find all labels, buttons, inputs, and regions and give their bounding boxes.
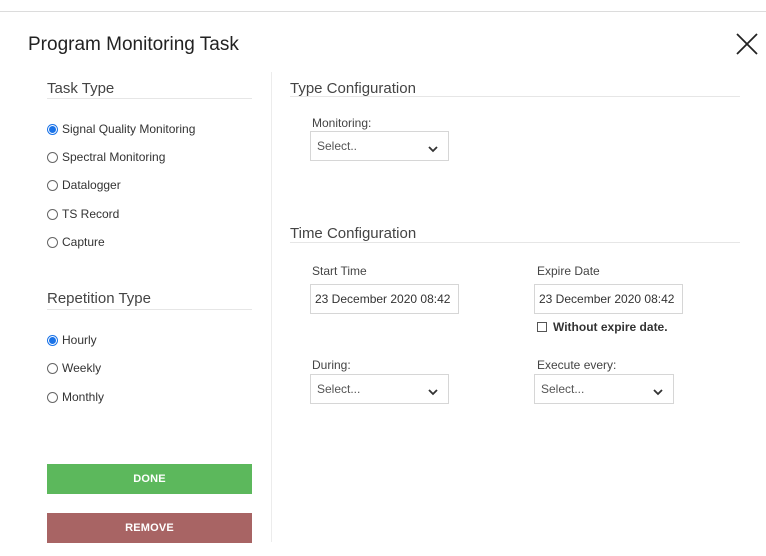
type-configuration-heading: Type Configuration xyxy=(290,80,416,97)
execute-every-select-value: Select... xyxy=(541,382,585,396)
monitoring-select-value: Select.. xyxy=(317,139,358,153)
radio-weekly[interactable]: Weekly xyxy=(47,361,101,375)
chevron-down-icon xyxy=(428,385,438,399)
type-configuration-divider xyxy=(290,96,740,97)
radio-label: Hourly xyxy=(62,333,97,347)
task-type-heading: Task Type xyxy=(47,80,115,97)
start-time-label: Start Time xyxy=(312,264,367,278)
checkbox-unchecked-icon xyxy=(537,322,547,332)
radio-label: TS Record xyxy=(62,207,120,221)
radio-label: Weekly xyxy=(62,361,102,375)
during-select[interactable]: Select... xyxy=(310,374,449,404)
radio-unselected-icon xyxy=(47,179,58,191)
radio-unselected-icon xyxy=(47,391,58,403)
start-time-input[interactable]: 23 December 2020 08:42 xyxy=(310,284,459,314)
task-type-divider xyxy=(47,98,252,99)
radio-hourly[interactable]: Hourly xyxy=(47,333,97,347)
monitoring-select[interactable]: Select.. xyxy=(310,131,449,161)
radio-unselected-icon xyxy=(47,208,58,220)
radio-unselected-icon xyxy=(47,362,58,374)
repetition-type-heading: Repetition Type xyxy=(47,290,151,307)
radio-unselected-icon xyxy=(47,236,58,248)
close-icon[interactable] xyxy=(733,30,761,58)
monitoring-label: Monitoring: xyxy=(312,116,372,130)
radio-capture[interactable]: Capture xyxy=(47,235,105,249)
radio-spectral-monitoring[interactable]: Spectral Monitoring xyxy=(47,150,165,164)
chevron-down-icon xyxy=(653,385,663,399)
radio-label: Datalogger xyxy=(62,178,121,192)
chevron-down-icon xyxy=(428,142,438,156)
radio-datalogger[interactable]: Datalogger xyxy=(47,178,121,192)
dialog-title: Program Monitoring Task xyxy=(28,34,239,55)
during-select-value: Select... xyxy=(317,382,361,396)
radio-label: Monthly xyxy=(62,390,105,404)
expire-date-label: Expire Date xyxy=(537,264,600,278)
radio-selected-icon xyxy=(47,123,58,135)
execute-every-label: Execute every: xyxy=(537,358,617,372)
top-divider xyxy=(0,11,766,12)
expire-date-input[interactable]: 23 December 2020 08:42 xyxy=(534,284,683,314)
without-expire-date-checkbox[interactable]: Without expire date. xyxy=(537,320,668,334)
repetition-type-divider xyxy=(47,309,252,310)
radio-selected-icon xyxy=(47,334,58,346)
radio-label: Capture xyxy=(62,235,105,249)
done-button[interactable]: DONE xyxy=(47,464,252,494)
radio-unselected-icon xyxy=(47,151,58,163)
time-configuration-heading: Time Configuration xyxy=(290,225,417,242)
execute-every-select[interactable]: Select... xyxy=(534,374,674,404)
radio-monthly[interactable]: Monthly xyxy=(47,390,104,404)
radio-ts-record[interactable]: TS Record xyxy=(47,207,119,221)
radio-label: Spectral Monitoring xyxy=(62,150,166,164)
column-divider xyxy=(271,72,272,542)
remove-button[interactable]: REMOVE xyxy=(47,513,252,543)
checkbox-label: Without expire date. xyxy=(553,320,668,334)
radio-signal-quality-monitoring[interactable]: Signal Quality Monitoring xyxy=(47,122,195,136)
during-label: During: xyxy=(312,358,351,372)
radio-label: Signal Quality Monitoring xyxy=(62,122,196,136)
time-configuration-divider xyxy=(290,242,740,243)
